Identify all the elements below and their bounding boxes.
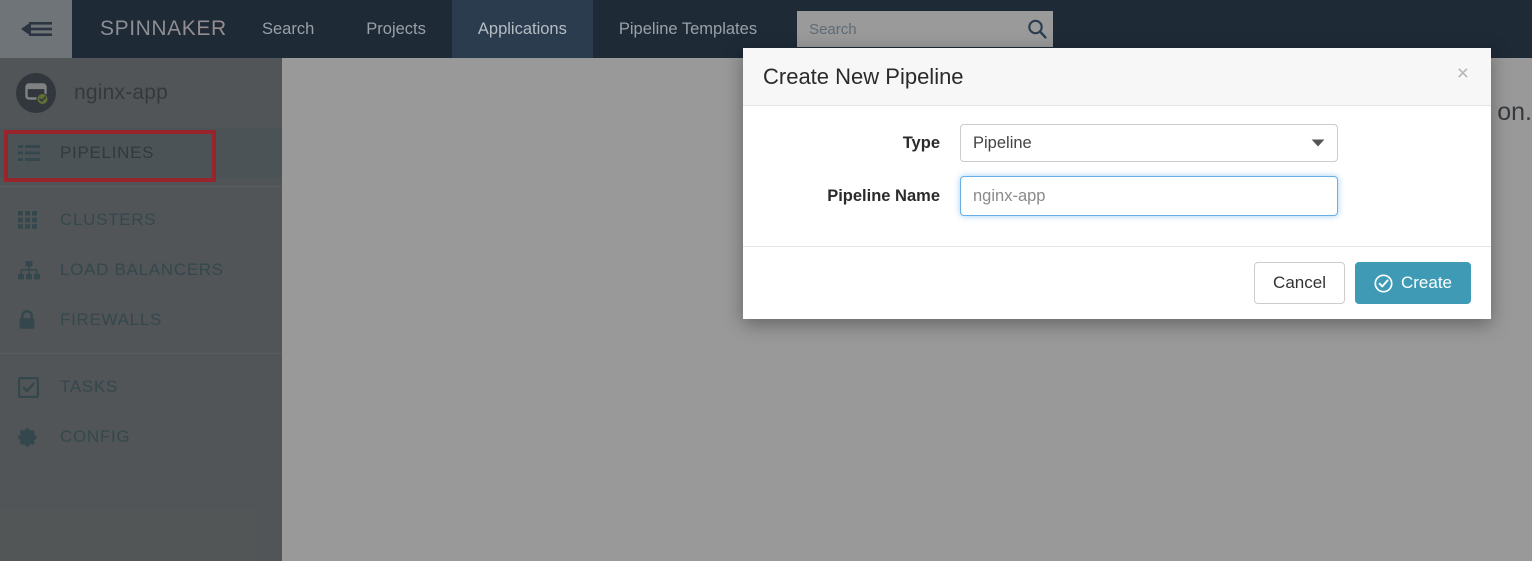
collapse-sidebar-icon [21,22,52,36]
form-row-pipeline-name: Pipeline Name [743,176,1491,216]
create-button-label: Create [1400,273,1452,292]
modal-body: Type Pipeline Pipeline Name [743,106,1491,246]
spinnaker-app: SPINNAKER Search Projects Applications P… [0,0,1532,561]
search-input[interactable] [797,11,1021,47]
create-button[interactable]: Create [1354,262,1471,304]
nav-item-applications[interactable]: Applications [451,0,593,58]
create-pipeline-modal: Create New Pipeline × Type Pipeline Pipe… [743,48,1491,319]
cancel-button[interactable]: Cancel [1254,262,1345,304]
collapse-sidebar-button[interactable] [0,0,72,58]
type-select-value: Pipeline [973,133,1032,152]
global-search-box[interactable] [797,11,1054,47]
close-icon[interactable]: × [1451,62,1475,85]
search-icon [1028,19,1047,39]
top-nav-items: Search Projects Applications Pipeline Te… [236,0,783,58]
pipeline-name-field-wrap [960,176,1338,216]
nav-item-projects[interactable]: Projects [340,0,452,58]
search-submit-button[interactable] [1020,11,1054,47]
pipeline-name-field-label: Pipeline Name [827,186,940,205]
chevron-down-icon [1311,134,1325,153]
modal-header: Create New Pipeline × [743,48,1491,106]
nav-item-search[interactable]: Search [236,0,340,58]
form-row-type: Type Pipeline [743,124,1491,162]
pipeline-name-input[interactable] [960,176,1338,216]
modal-title: Create New Pipeline [763,63,964,89]
modal-footer: Cancel Create [743,246,1491,319]
brand-logo[interactable]: SPINNAKER [72,0,236,58]
type-select[interactable]: Pipeline [960,124,1338,162]
type-field-label: Type [902,133,940,152]
type-field-wrap: Pipeline [960,124,1338,162]
check-circle-icon [1374,273,1393,293]
